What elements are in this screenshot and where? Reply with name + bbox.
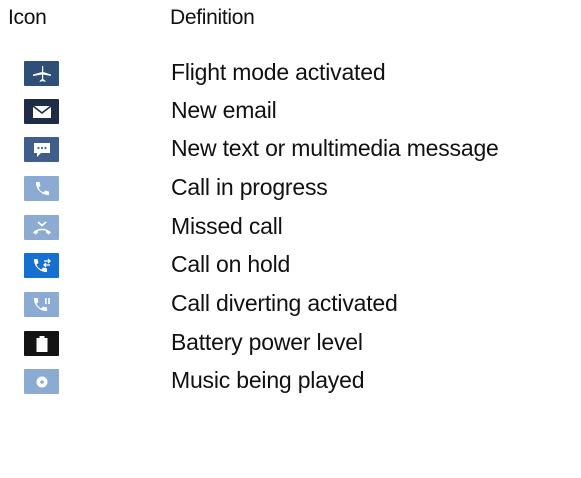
table-row: Call diverting activated (0, 284, 581, 322)
call-divert-icon (24, 292, 59, 317)
call-on-hold-icon (24, 253, 59, 278)
definition-text: Call in progress (171, 174, 328, 200)
definition-text: New text or multimedia message (171, 135, 499, 161)
battery-icon (24, 331, 59, 356)
table-row: Call on hold (0, 245, 581, 283)
definition-text: Missed call (171, 213, 283, 239)
definition-column-header: Definition (170, 6, 255, 29)
definition-text: Music being played (171, 367, 365, 393)
definition-text: Call diverting activated (171, 290, 398, 316)
definition-text: Battery power level (171, 329, 363, 355)
phone-handset-icon (24, 176, 59, 201)
icon-column-header: Icon (8, 6, 47, 29)
table-row: Music being played (0, 361, 581, 399)
table-row: New email (0, 91, 581, 129)
message-bubble-icon (24, 137, 59, 162)
table-row: New text or multimedia message (0, 129, 581, 167)
airplane-icon (24, 61, 59, 86)
definition-text: Call on hold (171, 251, 291, 277)
definition-text: New email (171, 97, 277, 123)
envelope-icon (24, 99, 59, 124)
music-disc-icon (24, 369, 59, 394)
table-row: Flight mode activated (0, 53, 581, 91)
definition-text: Flight mode activated (171, 59, 386, 85)
table-row: Call in progress (0, 168, 581, 206)
table-row: Missed call (0, 207, 581, 245)
missed-call-icon (24, 215, 59, 240)
table-row: Battery power level (0, 323, 581, 361)
